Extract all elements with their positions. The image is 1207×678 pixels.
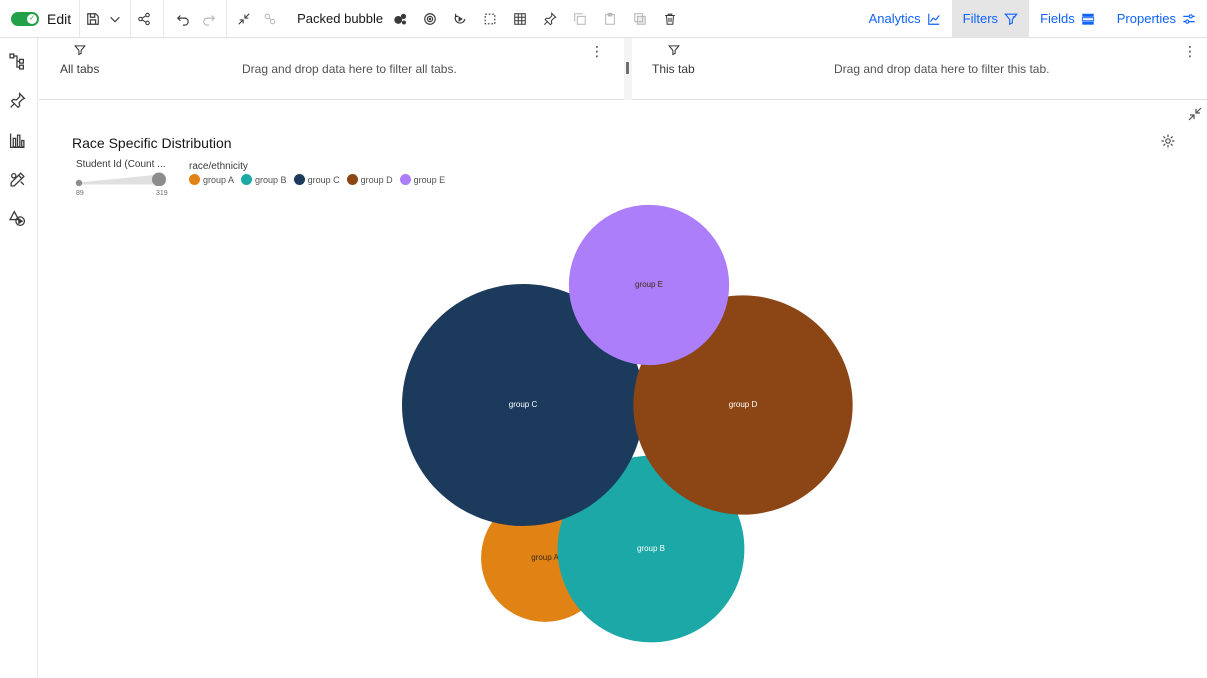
data-table-button[interactable]	[507, 4, 533, 34]
target-icon	[424, 12, 436, 25]
left-rail	[0, 38, 38, 678]
edit-mode-label: Edit	[47, 10, 72, 27]
copy-icon	[574, 12, 586, 25]
selection-box-icon	[484, 13, 496, 24]
analytics-icon	[927, 13, 940, 25]
fields-mapping-button[interactable]	[417, 4, 443, 34]
duplicate-button[interactable]	[627, 4, 653, 34]
toolbar-right-tabs: Analytics Filters Fields Properties	[858, 0, 1207, 38]
rail-data-sources-button[interactable]	[6, 50, 28, 72]
tab-filters-label: Filters	[962, 11, 999, 26]
delete-button[interactable]	[657, 4, 683, 34]
rail-visualizations-button[interactable]	[6, 129, 28, 151]
animate-button[interactable]	[447, 4, 473, 34]
bubble-label: group A	[531, 553, 559, 562]
this-tab-more-menu[interactable]: ⋮	[1183, 44, 1197, 58]
pin-icon	[9, 91, 25, 108]
shapes-media-icon	[8, 209, 25, 226]
rail-media-button[interactable]	[6, 207, 28, 229]
table-icon	[514, 12, 526, 25]
toolbar-left: ✓ Edit Packed bubble	[0, 0, 683, 38]
this-tab-filter-dropzone[interactable]: This tab Drag and drop data here to filt…	[632, 38, 1207, 100]
all-tabs-drop-hint: Drag and drop data here to filter all ta…	[242, 62, 457, 76]
properties-icon	[1183, 13, 1195, 24]
rotate-play-icon	[454, 13, 466, 24]
all-tabs-more-menu[interactable]: ⋮	[590, 44, 604, 58]
rail-widgets-button[interactable]	[6, 168, 28, 190]
rail-pins-button[interactable]	[6, 89, 28, 111]
widgets-icon	[9, 171, 25, 187]
edit-mode-toggle[interactable]: ✓	[11, 11, 39, 26]
trash-icon	[665, 13, 675, 25]
share-icon	[138, 12, 150, 25]
bubble-label: group C	[509, 400, 538, 409]
connect-button[interactable]	[257, 4, 283, 34]
tab-properties[interactable]: Properties	[1106, 0, 1207, 38]
redo-button[interactable]	[196, 4, 222, 34]
filter-bar: All tabs Drag and drop data here to filt…	[39, 38, 1207, 100]
save-button[interactable]	[80, 4, 106, 34]
connect-icon	[264, 13, 276, 24]
chevron-down-icon	[110, 16, 120, 22]
visualization-type-label: Packed bubble	[297, 11, 384, 26]
pin-icon	[544, 11, 557, 25]
collapse-widget-button[interactable]	[231, 4, 257, 34]
bubble-label: group D	[729, 400, 758, 409]
tab-properties-label: Properties	[1116, 11, 1176, 26]
dashboard-canvas: Race Specific Distribution Student Id (C…	[39, 101, 1207, 678]
check-icon: ✓	[27, 13, 37, 24]
redo-icon	[203, 14, 216, 26]
this-tab-label: This tab	[652, 62, 695, 76]
all-tabs-filter-dropzone[interactable]: All tabs Drag and drop data here to filt…	[39, 38, 624, 100]
fields-icon	[1081, 13, 1094, 25]
this-tab-drop-hint: Drag and drop data here to filter this t…	[834, 62, 1050, 76]
all-tabs-label: All tabs	[60, 62, 100, 76]
paste-button[interactable]	[597, 4, 623, 34]
save-icon	[87, 12, 99, 25]
filter-panel-resizer[interactable]	[624, 38, 632, 100]
copy-button[interactable]	[567, 4, 593, 34]
packed-bubble-chart: group A group B group C group D group E	[402, 204, 853, 643]
tab-fields-label: Fields	[1040, 11, 1075, 26]
bubble-label: group E	[635, 280, 663, 289]
tab-analytics-label: Analytics	[868, 11, 921, 26]
paste-icon	[605, 12, 616, 25]
undo-button[interactable]	[170, 4, 196, 34]
toolbar-divider	[163, 0, 165, 38]
share-button[interactable]	[131, 4, 157, 34]
pin-button[interactable]	[537, 4, 563, 34]
undo-icon	[177, 14, 189, 26]
save-options-button[interactable]	[106, 4, 124, 34]
filter-icon	[668, 45, 680, 56]
change-visualization-button[interactable]	[387, 4, 413, 34]
packed-bubble-icon	[394, 13, 407, 25]
filter-icon	[1004, 13, 1018, 25]
duplicate-icon	[634, 12, 646, 25]
filter-icon	[74, 45, 86, 56]
tab-fields[interactable]: Fields	[1029, 0, 1106, 38]
top-toolbar: ✓ Edit Packed bubble Analytics Filters F…	[0, 0, 1207, 38]
tab-filters[interactable]: Filters	[951, 0, 1030, 38]
toolbar-divider	[226, 0, 228, 38]
tab-analytics[interactable]: Analytics	[858, 0, 952, 38]
data-tree-icon	[8, 52, 24, 70]
bubble-label: group B	[637, 544, 665, 553]
resize-grip-icon	[626, 62, 629, 74]
collapse-arrows-icon	[238, 12, 250, 25]
bar-chart-icon	[9, 133, 25, 148]
select-area-button[interactable]	[477, 4, 503, 34]
